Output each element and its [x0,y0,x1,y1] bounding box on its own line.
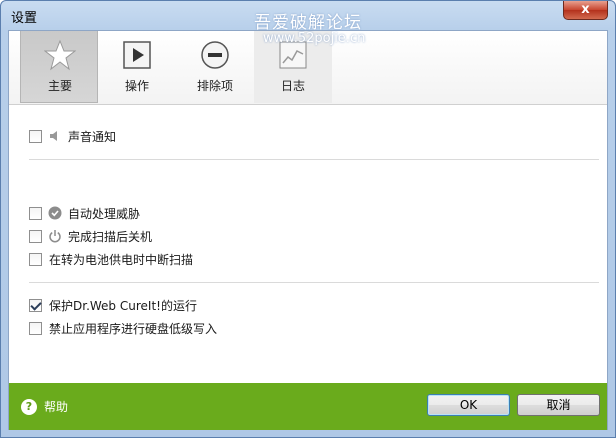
ok-button[interactable]: OK [427,394,510,416]
option-protect[interactable]: 保护Dr.Web CureIt!的运行 [29,296,197,314]
check-circle-icon [48,206,62,220]
title-bar[interactable]: 设置 吾爱破解论坛 x [1,1,615,33]
close-button[interactable]: x [563,1,608,20]
speaker-icon [50,131,57,141]
cancel-button[interactable]: 取消 [517,394,600,416]
window-title: 设置 [11,11,38,26]
battery-checkbox[interactable] [29,252,42,266]
auto-threats-label: 自动处理威胁 [68,206,141,221]
tab-main-label: 主要 [47,79,72,93]
disk-write-label: 禁止应用程序进行硬盘低级写入 [49,321,218,336]
section-divider [29,159,599,160]
section-divider [29,282,599,283]
battery-label: 在转为电池供电时中断扫描 [49,252,194,267]
help-icon: ? [21,398,37,415]
minus-circle-icon [201,41,229,69]
option-sound[interactable]: 声音通知 [29,127,116,145]
settings-window: 设置 吾爱破解论坛 x www.52pojie.cn 主要 操作 排除项 日志 … [0,0,616,438]
sound-checkbox[interactable] [29,129,42,143]
protect-checkbox[interactable] [29,298,42,312]
tab-exclusions-label: 排除项 [196,79,233,93]
star-icon [44,39,76,71]
tab-actions[interactable]: 操作 [98,31,176,103]
footer-bar: ? 帮助 OK 取消 [9,383,607,430]
help-label: 帮助 [44,400,69,414]
power-icon [49,230,61,243]
disk-write-checkbox[interactable] [29,321,42,335]
play-icon [123,41,151,69]
sound-label: 声音通知 [68,129,117,144]
option-battery[interactable]: 在转为电池供电时中断扫描 [29,250,193,268]
tab-main[interactable]: 主要 [20,31,98,103]
close-icon: x [581,2,590,17]
tab-log-label: 日志 [280,79,305,93]
shutdown-label: 完成扫描后关机 [68,229,153,244]
help-link[interactable]: ? 帮助 [21,398,68,415]
watermark-url: www.52pojie.cn [263,31,366,46]
auto-threats-checkbox[interactable] [29,206,42,220]
shutdown-checkbox[interactable] [29,229,42,243]
option-shutdown[interactable]: 完成扫描后关机 [29,227,152,245]
option-auto-threats[interactable]: 自动处理威胁 [29,204,140,222]
option-disk-write[interactable]: 禁止应用程序进行硬盘低级写入 [29,319,217,337]
tab-exclusions[interactable]: 排除项 [176,31,254,103]
tab-actions-label: 操作 [124,79,149,93]
client-area: 主要 操作 排除项 日志 声音通知 自动处理威胁 完成扫描后关机 在转为电池供电… [8,30,608,430]
protect-label: 保护Dr.Web CureIt!的运行 [49,298,197,313]
